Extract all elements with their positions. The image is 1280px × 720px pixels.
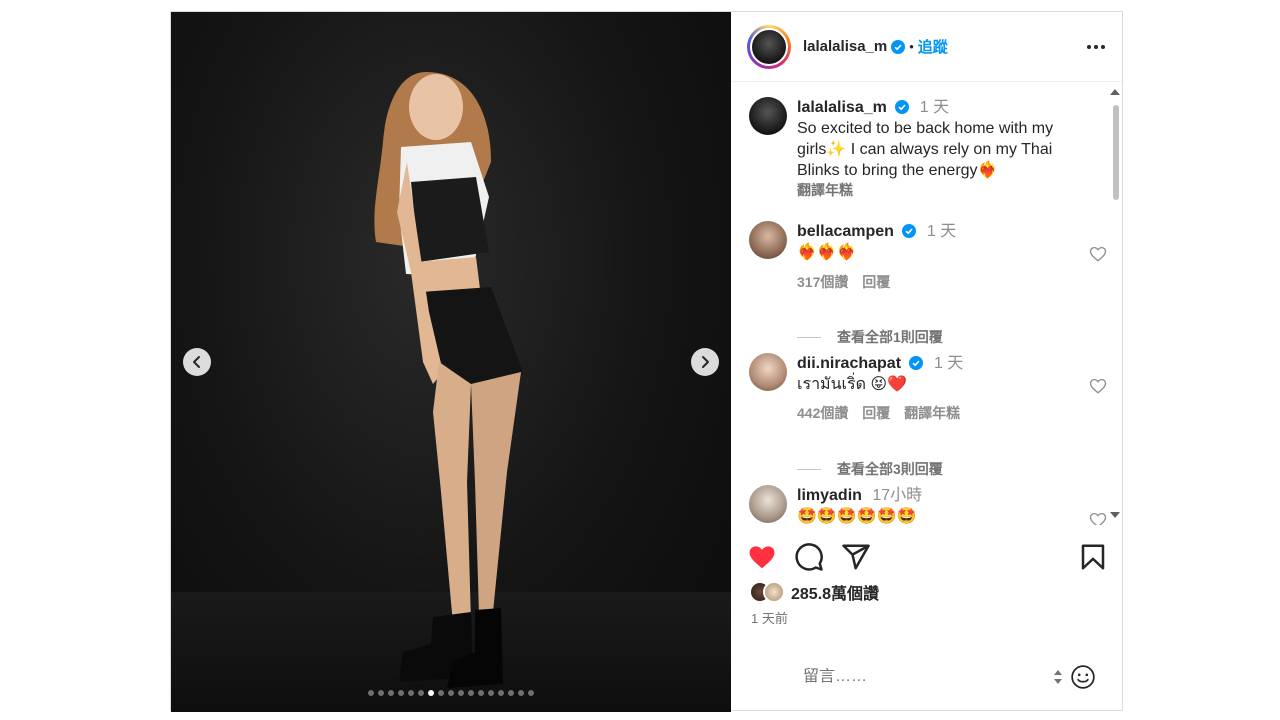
post-side-panel: lalalalisa_m • 追蹤 lalalalisa_m 1 天 So ex… xyxy=(731,12,1124,712)
caption-text: So excited to be back home with my girls… xyxy=(797,120,1054,179)
avatar xyxy=(763,581,785,603)
comment-time[interactable]: 1 天 xyxy=(934,355,963,372)
translate-link[interactable]: 翻譯年糕 xyxy=(797,181,1089,199)
reply-button[interactable]: 回覆 xyxy=(862,405,890,421)
carousel-dot xyxy=(518,690,524,696)
caption: lalalalisa_m 1 天 So excited to be back h… xyxy=(749,97,1089,199)
likes-summary: 285.8萬個讚 xyxy=(749,580,879,604)
comments-section[interactable]: lalalalisa_m 1 天 So excited to be back h… xyxy=(731,83,1124,525)
comment-time[interactable]: 1 天 xyxy=(927,223,956,240)
carousel-dot xyxy=(438,690,444,696)
avatar[interactable] xyxy=(749,353,787,391)
comment-username[interactable]: limyadin xyxy=(797,487,862,504)
author-username[interactable]: lalalalisa_m xyxy=(803,38,887,55)
more-horizontal-icon xyxy=(1087,44,1105,49)
scrollbar-thumb[interactable] xyxy=(1113,105,1119,200)
carousel-dot xyxy=(388,690,394,696)
comment-likes[interactable]: 317個讚 xyxy=(797,274,848,290)
bookmark-icon[interactable] xyxy=(1078,542,1108,572)
carousel-dot xyxy=(458,690,464,696)
carousel-next-button[interactable] xyxy=(691,348,719,376)
comment-username[interactable]: bellacampen xyxy=(797,223,894,240)
carousel-dot xyxy=(368,690,374,696)
comment-username[interactable]: dii.nirachapat xyxy=(797,355,901,372)
comment-input[interactable] xyxy=(803,668,1052,686)
caption-time[interactable]: 1 天 xyxy=(920,99,949,116)
comment-item: bellacampen 1 天 ❤️‍🔥❤️‍🔥❤️‍🔥 317個讚 回覆 xyxy=(749,221,1107,293)
post-media[interactable] xyxy=(171,12,731,712)
carousel-dot xyxy=(378,690,384,696)
verified-badge-icon xyxy=(895,100,910,114)
carousel-dot xyxy=(498,690,504,696)
scroll-down-arrow[interactable] xyxy=(1110,512,1120,518)
avatar[interactable] xyxy=(749,97,787,135)
carousel-dot xyxy=(448,690,454,696)
chevron-left-icon xyxy=(193,356,200,368)
carousel-dot xyxy=(408,690,414,696)
carousel-dot xyxy=(528,690,534,696)
comment-likes[interactable]: 442個讚 xyxy=(797,405,848,421)
carousel-prev-button[interactable] xyxy=(183,348,211,376)
avatar[interactable] xyxy=(749,485,787,523)
comment-time[interactable]: 17小時 xyxy=(872,487,922,504)
carousel-dot xyxy=(398,690,404,696)
chevron-right-icon xyxy=(702,356,709,368)
send-icon[interactable] xyxy=(841,542,871,572)
follow-button[interactable]: 追蹤 xyxy=(918,36,948,57)
comment-text: เรามันเริ่ด 😝❤️ xyxy=(797,376,908,393)
separator-dot: • xyxy=(909,39,914,54)
scroll-up-arrow[interactable] xyxy=(1110,89,1120,95)
view-replies-button[interactable]: 查看全部1則回覆 xyxy=(797,327,943,347)
more-options-button[interactable] xyxy=(1084,35,1108,59)
post-header: lalalalisa_m • 追蹤 xyxy=(731,12,1124,82)
author-avatar-ring[interactable] xyxy=(747,24,791,69)
action-bar xyxy=(747,542,1108,572)
post-modal: lalalalisa_m • 追蹤 lalalalisa_m 1 天 So ex… xyxy=(170,11,1124,712)
avatar xyxy=(750,27,788,66)
carousel-dot xyxy=(428,690,434,696)
avatar[interactable] xyxy=(749,221,787,259)
view-replies-button[interactable]: 查看全部3則回覆 xyxy=(797,459,943,479)
resize-arrows-icon[interactable] xyxy=(1052,668,1064,686)
heart-outline-icon[interactable] xyxy=(1089,245,1107,263)
carousel-dot xyxy=(478,690,484,696)
caption-username[interactable]: lalalalisa_m xyxy=(797,99,887,116)
translate-link[interactable]: 翻譯年糕 xyxy=(904,405,960,421)
carousel-dot xyxy=(418,690,424,696)
carousel-dots xyxy=(171,690,731,696)
likes-count[interactable]: 285.8萬個讚 xyxy=(791,580,879,604)
verified-badge-icon xyxy=(891,39,906,54)
carousel-dot xyxy=(508,690,514,696)
comment-icon[interactable] xyxy=(794,542,824,572)
comment-text: ❤️‍🔥❤️‍🔥❤️‍🔥 xyxy=(797,244,857,261)
comment-text: 🤩🤩🤩🤩🤩🤩 xyxy=(797,508,917,525)
comment-composer xyxy=(731,657,1124,697)
heart-outline-icon[interactable] xyxy=(1089,377,1107,395)
reply-button[interactable]: 回覆 xyxy=(862,274,890,290)
emoji-icon[interactable] xyxy=(1070,664,1096,690)
verified-badge-icon xyxy=(902,224,917,238)
comment-item: limyadin 17小時 🤩🤩🤩🤩🤩🤩 xyxy=(749,485,1107,525)
comment-item: dii.nirachapat 1 天 เรามันเริ่ด 😝❤️ 442個讚… xyxy=(749,353,1107,424)
carousel-dot xyxy=(468,690,474,696)
heart-filled-icon[interactable] xyxy=(747,542,777,572)
heart-outline-icon[interactable] xyxy=(1089,511,1107,525)
post-timestamp[interactable]: 1 天前 xyxy=(751,608,788,627)
carousel-dot xyxy=(488,690,494,696)
verified-badge-icon xyxy=(909,356,924,370)
photo-figure xyxy=(374,72,523,688)
